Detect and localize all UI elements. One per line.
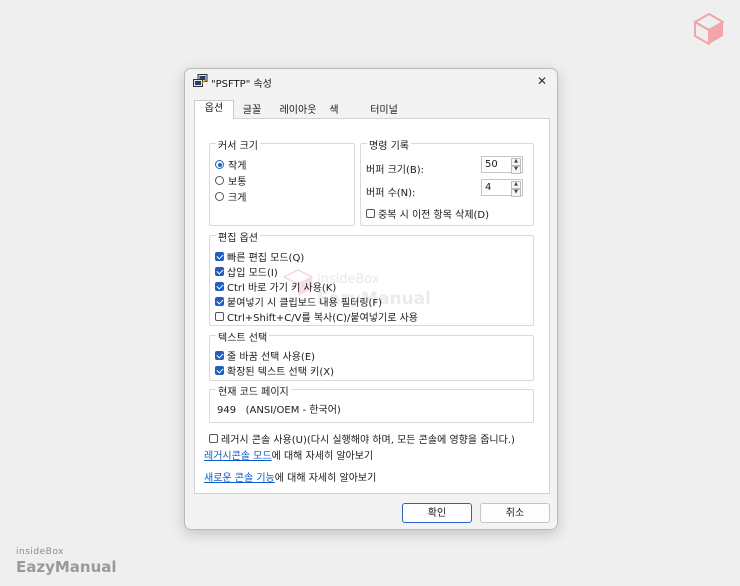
cursor-size-label: 커서 크기 — [216, 137, 260, 152]
checkbox-checked-icon — [215, 252, 224, 261]
options-panel: insideBox EazyManual 커서 크기 작게 보통 크게 명령 기… — [194, 118, 550, 494]
brand-watermark-big: EazyManual — [16, 558, 117, 576]
checkbox-label: 빠른 편집 모드(Q) — [227, 253, 305, 264]
putty-app-icon — [193, 74, 208, 87]
checkbox-label: Ctrl+Shift+C/V를 복사(C)/붙여넣기로 사용 — [227, 313, 418, 324]
tab-font[interactable]: 글꼴 — [234, 103, 270, 119]
checkbox-icon — [215, 312, 224, 321]
checkbox-label: 확장된 텍스트 선택 키(X) — [227, 367, 334, 378]
insert-mode-checkbox[interactable]: 삽입 모드(I) — [215, 264, 278, 279]
radio-dot-icon — [215, 160, 224, 169]
checkbox-icon — [209, 434, 218, 443]
discard-duplicates-label: 중복 시 이전 항목 삭제(D) — [378, 210, 490, 221]
legacy-mode-link-suffix: 에 대해 자세히 알아보기 — [271, 451, 374, 462]
cursor-size-group: 커서 크기 작게 보통 크게 — [209, 137, 355, 226]
checkbox-checked-icon — [215, 282, 224, 291]
tab-colors[interactable]: 색 — [324, 103, 344, 119]
new-features-link-row: 새로운 콘솔 기능에 대해 자세히 알아보기 — [204, 469, 376, 484]
tab-layout[interactable]: 레이아웃 — [272, 103, 324, 119]
discard-duplicates-checkbox[interactable]: 중복 시 이전 항목 삭제(D) — [366, 206, 489, 221]
ctrl-shift-cv-checkbox[interactable]: Ctrl+Shift+C/V를 복사(C)/붙여넣기로 사용 — [215, 309, 418, 324]
code-page-label: 현재 코드 페이지 — [216, 383, 291, 398]
spin-down-icon[interactable]: ▼ — [511, 189, 521, 197]
command-history-label: 명령 기록 — [367, 137, 411, 152]
checkbox-checked-icon — [215, 297, 224, 306]
radio-dot-icon — [215, 176, 224, 185]
legacy-mode-link-row: 레거시콘솔 모드에 대해 자세히 알아보기 — [204, 447, 373, 462]
cube-logo-icon — [694, 13, 724, 45]
filter-clipboard-checkbox[interactable]: 붙여넣기 시 클립보드 내용 필터링(F) — [215, 294, 382, 309]
new-features-link-suffix: 에 대해 자세히 알아보기 — [274, 473, 377, 484]
cursor-size-small-radio[interactable]: 작게 — [215, 157, 246, 172]
buffer-count-value: 4 — [485, 182, 492, 193]
extended-selection-keys-checkbox[interactable]: 확장된 텍스트 선택 키(X) — [215, 363, 334, 378]
buffer-size-value: 50 — [485, 159, 498, 170]
new-features-link[interactable]: 새로운 콘솔 기능 — [204, 473, 275, 484]
checkbox-label: 줄 바꿈 선택 사용(E) — [227, 352, 316, 363]
quick-edit-checkbox[interactable]: 빠른 편집 모드(Q) — [215, 249, 304, 264]
legacy-mode-link[interactable]: 레거시콘솔 모드 — [204, 451, 272, 462]
dialog-title: "PSFTP" 속성 — [211, 79, 272, 90]
properties-dialog: "PSFTP" 속성 ✕ 옵션 글꼴 레이아웃 색 터미널 insideBox … — [184, 68, 558, 530]
text-selection-label: 텍스트 선택 — [216, 329, 270, 344]
spin-down-icon[interactable]: ▼ — [511, 166, 521, 174]
radio-label: 크게 — [228, 193, 247, 204]
checkbox-checked-icon — [215, 267, 224, 276]
radio-dot-icon — [215, 192, 224, 201]
code-page-value: 949 (ANSI/OEM - 한국어) — [217, 405, 341, 416]
ctrl-shortcuts-checkbox[interactable]: Ctrl 바로 가기 키 사용(K) — [215, 279, 336, 294]
spin-up-icon[interactable]: ▲ — [511, 158, 521, 166]
radio-label: 작게 — [228, 161, 247, 172]
text-selection-group: 텍스트 선택 줄 바꿈 선택 사용(E) 확장된 텍스트 선택 키(X) — [209, 329, 534, 381]
title-bar: "PSFTP" 속성 ✕ — [185, 69, 557, 95]
command-history-group: 명령 기록 버퍼 크기(B): 50 ▲ ▼ 버퍼 수(N): 4 ▲ ▼ 중복 시… — [360, 137, 534, 226]
buffer-size-label: 버퍼 크기(B): — [366, 165, 425, 176]
brand-watermark-small: insideBox — [16, 547, 64, 557]
line-wrap-selection-checkbox[interactable]: 줄 바꿈 선택 사용(E) — [215, 348, 315, 363]
edit-options-group: 편집 옵션 빠른 편집 모드(Q) 삽입 모드(I) Ctrl 바로 가기 키 … — [209, 229, 534, 326]
tab-options[interactable]: 옵션 — [194, 100, 234, 119]
cursor-size-large-radio[interactable]: 크게 — [215, 189, 246, 204]
close-icon: ✕ — [536, 74, 548, 88]
cursor-size-medium-radio[interactable]: 보통 — [215, 173, 246, 188]
checkbox-label: 붙여넣기 시 클립보드 내용 필터링(F) — [227, 298, 383, 309]
legacy-console-label: 레거시 콘솔 사용(U)(다시 실행해야 하며, 모든 콘솔에 영향을 줍니다.… — [221, 435, 515, 446]
buffer-size-spinner[interactable]: 50 ▲ ▼ — [481, 156, 523, 174]
checkbox-label: Ctrl 바로 가기 키 사용(K) — [227, 283, 337, 294]
brand-watermark: insideBox EazyManual — [16, 547, 117, 576]
code-page-group: 현재 코드 페이지 949 (ANSI/OEM - 한국어) — [209, 383, 534, 423]
ok-button[interactable]: 확인 — [402, 503, 472, 523]
checkbox-label: 삽입 모드(I) — [227, 268, 278, 279]
checkbox-checked-icon — [215, 366, 224, 375]
edit-options-label: 편집 옵션 — [216, 229, 260, 244]
buffer-count-label: 버퍼 수(N): — [366, 188, 416, 199]
radio-label: 보통 — [228, 177, 247, 188]
checkbox-icon — [366, 209, 375, 218]
cancel-button[interactable]: 취소 — [480, 503, 550, 523]
tab-terminal[interactable]: 터미널 — [361, 103, 407, 119]
buffer-count-spinner[interactable]: 4 ▲ ▼ — [481, 179, 523, 197]
checkbox-checked-icon — [215, 351, 224, 360]
spin-up-icon[interactable]: ▲ — [511, 181, 521, 189]
close-button[interactable]: ✕ — [533, 72, 551, 90]
legacy-console-checkbox[interactable]: 레거시 콘솔 사용(U)(다시 실행해야 하며, 모든 콘솔에 영향을 줍니다.… — [209, 431, 515, 446]
